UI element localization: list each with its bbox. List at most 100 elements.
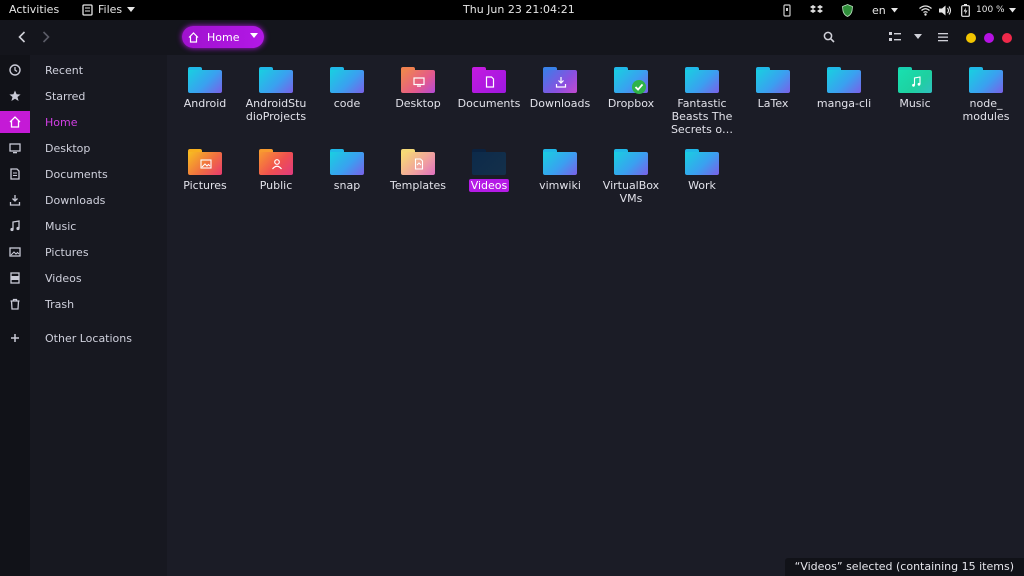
folder-item[interactable]: AndroidStu dioProjects: [244, 67, 308, 123]
folder-name-text: Pictures: [183, 179, 227, 192]
sidebar-item-home[interactable]: Home: [0, 111, 167, 133]
folder-icon: [756, 67, 790, 93]
home-icon: [188, 31, 199, 43]
folder-icon: [685, 149, 719, 175]
dropbox-icon[interactable]: [810, 3, 823, 17]
sidebar-item-label: Videos: [45, 271, 82, 285]
clock-icon: [7, 62, 23, 78]
folder-name: Videos: [457, 179, 521, 192]
shield-icon[interactable]: [842, 3, 853, 17]
folder-name: code: [315, 97, 379, 110]
sidebar-item-downloads[interactable]: Downloads: [0, 189, 167, 211]
folder-name: Work: [670, 179, 734, 192]
folder-name-text: Documents: [457, 97, 521, 110]
folder-name-text: Dropbox: [607, 97, 655, 110]
folder-name-text: Videos: [468, 179, 510, 192]
sidebar-item-trash[interactable]: Trash: [0, 293, 167, 315]
folder-name: AndroidStu dioProjects: [244, 97, 308, 123]
folder-name: manga-cli: [812, 97, 876, 110]
sidebar-item-desktop[interactable]: Desktop: [0, 137, 167, 159]
forward-button[interactable]: [37, 28, 55, 46]
folder-name: snap: [315, 179, 379, 192]
volume-icon[interactable]: [939, 3, 952, 17]
battery-percentage: 100 %: [976, 5, 1005, 15]
folder-item[interactable]: Downloads: [528, 67, 592, 110]
folder-name-text: Templates: [390, 179, 446, 192]
folder-item[interactable]: node_ modules: [954, 67, 1018, 123]
sidebar-item-label: Pictures: [45, 245, 89, 259]
folder-item[interactable]: Videos: [457, 149, 521, 192]
path-bar-home[interactable]: Home: [182, 26, 264, 48]
path-label: Home: [207, 30, 240, 44]
folder-name: Desktop: [386, 97, 450, 110]
view-options-button[interactable]: [911, 30, 925, 44]
folder-name-text: Fantastic Beasts The Secrets o…: [670, 97, 734, 136]
folder-name-text: Public: [259, 179, 293, 192]
folder-name-text: snap: [333, 179, 361, 192]
main-menu-button[interactable]: [936, 30, 950, 44]
sidebar-item-label: Documents: [45, 167, 108, 181]
sidebar-item-documents[interactable]: Documents: [0, 163, 167, 185]
folder-item[interactable]: Work: [670, 149, 734, 192]
folder-item[interactable]: Public: [244, 149, 308, 192]
music-icon: [7, 218, 23, 234]
keyboard-layout-indicator[interactable]: en: [872, 3, 898, 17]
document-icon: [484, 76, 496, 88]
folder-item[interactable]: Music: [883, 67, 947, 110]
minimize-button[interactable]: [966, 33, 976, 43]
home-icon: [7, 114, 23, 130]
folder-item[interactable]: Dropbox: [599, 67, 663, 110]
folder-name: VirtualBox VMs: [599, 179, 663, 205]
folder-item[interactable]: Fantastic Beasts The Secrets o…: [670, 67, 734, 136]
sidebar-item-starred[interactable]: Starred: [0, 85, 167, 107]
battery-icon: [961, 3, 970, 17]
folder-name: Dropbox: [599, 97, 663, 110]
sidebar-item-other-locations[interactable]: Other Locations: [0, 327, 167, 349]
folder-item[interactable]: Pictures: [173, 149, 237, 192]
folder-item[interactable]: snap: [315, 149, 379, 192]
folder-item[interactable]: manga-cli: [812, 67, 876, 110]
sidebar-item-label: Downloads: [45, 193, 106, 207]
document-icon: [7, 166, 23, 182]
wifi-icon[interactable]: [919, 3, 932, 17]
back-button[interactable]: [13, 28, 31, 46]
folder-name-text: manga-cli: [816, 97, 872, 110]
folder-item[interactable]: Desktop: [386, 67, 450, 110]
folder-name-text: Android: [183, 97, 227, 110]
folder-icon: [543, 149, 577, 175]
file-grid[interactable]: Android AndroidStu dioProjects code Desktop…: [167, 55, 1024, 576]
folder-name-text: code: [333, 97, 361, 110]
folder-item[interactable]: code: [315, 67, 379, 110]
folder-icon: [188, 67, 222, 93]
battery-indicator[interactable]: 100 %: [961, 3, 1016, 17]
clock[interactable]: Thu Jun 23 21:04:21: [463, 0, 575, 20]
folder-item[interactable]: VirtualBox VMs: [599, 149, 663, 205]
folder-item[interactable]: LaTex: [741, 67, 805, 110]
app-menu-label: Files: [98, 3, 123, 16]
video-icon: [7, 270, 23, 286]
sidebar-item-videos[interactable]: Videos: [0, 267, 167, 289]
chevron-down-icon: [250, 33, 258, 38]
sidebar-item-label: Desktop: [45, 141, 91, 155]
app-menu-files[interactable]: Files: [82, 0, 136, 20]
folder-name: node_ modules: [954, 97, 1018, 123]
phone-icon[interactable]: [782, 3, 792, 17]
view-mode-button[interactable]: [888, 30, 902, 44]
close-button[interactable]: [1002, 33, 1012, 43]
search-button[interactable]: [822, 30, 836, 44]
folder-icon: [827, 67, 861, 93]
maximize-button[interactable]: [984, 33, 994, 43]
folder-item[interactable]: Android: [173, 67, 237, 110]
sidebar-item-pictures[interactable]: Pictures: [0, 241, 167, 263]
sidebar-places: Recent Starred Home Desktop Documents Do…: [0, 55, 167, 576]
folder-icon: [401, 149, 435, 175]
sidebar-item-recent[interactable]: Recent: [0, 59, 167, 81]
folder-name: Templates: [386, 179, 450, 192]
sidebar-item-music[interactable]: Music: [0, 215, 167, 237]
folder-name: Pictures: [173, 179, 237, 192]
folder-item[interactable]: Documents: [457, 67, 521, 110]
folder-item[interactable]: vimwiki: [528, 149, 592, 192]
folder-icon: [472, 149, 506, 175]
folder-item[interactable]: Templates: [386, 149, 450, 192]
activities-button[interactable]: Activities: [9, 0, 59, 20]
